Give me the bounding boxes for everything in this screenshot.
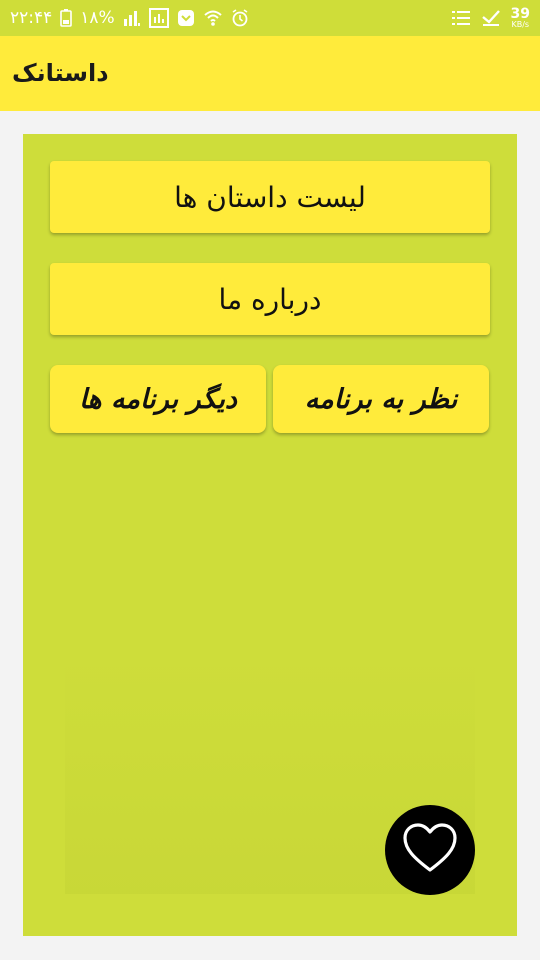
- battery-icon: [60, 9, 73, 27]
- about-us-button[interactable]: درباره ما: [50, 263, 490, 335]
- clock: ۲۲:۴۴: [10, 8, 53, 28]
- favorites-fab[interactable]: [385, 805, 475, 895]
- app-bar: داستانک: [0, 36, 540, 111]
- rate-app-button[interactable]: نظر به برنامه: [273, 365, 489, 433]
- status-bar-left: ۲۲:۴۴ ۱۸%: [10, 0, 249, 36]
- network-speed: 39 KB/s: [511, 7, 530, 29]
- status-bar: ۲۲:۴۴ ۱۸% 39 KB/s: [0, 0, 540, 36]
- other-apps-button[interactable]: دیگر برنامه ها: [50, 365, 266, 433]
- network-speed-value: 39: [510, 6, 530, 22]
- app-title: داستانک: [12, 59, 109, 87]
- list-icon: [451, 9, 471, 27]
- heart-icon: [402, 822, 458, 878]
- main-panel: لیست داستان ها درباره ما نظر به برنامه د…: [23, 134, 517, 936]
- alarm-icon: [231, 9, 249, 27]
- network-speed-unit: KB/s: [511, 20, 530, 29]
- status-bar-right: 39 KB/s: [451, 0, 530, 36]
- signal-icon: [123, 9, 141, 27]
- stories-list-button[interactable]: لیست داستان ها: [50, 161, 490, 233]
- checkmark-icon: [481, 9, 501, 27]
- battery-percent: ۱۸%: [80, 8, 115, 28]
- wifi-icon: [203, 9, 223, 27]
- messenger-icon: [177, 9, 195, 27]
- app-notification-icon: [148, 8, 169, 28]
